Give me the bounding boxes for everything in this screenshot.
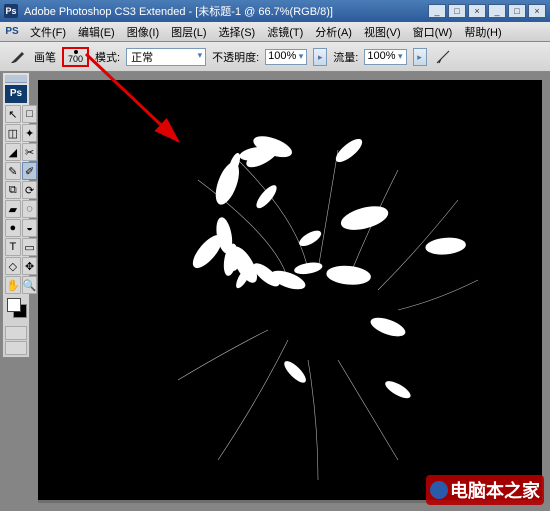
menu-image[interactable]: 图像(I) <box>121 24 165 40</box>
brush-tool-icon[interactable] <box>6 46 28 68</box>
brush-preset-picker[interactable]: 700 <box>62 47 89 67</box>
canvas-area[interactable] <box>38 80 542 503</box>
tool-marquee[interactable]: □ <box>22 105 38 123</box>
tool-gradient[interactable]: ◌ <box>22 200 38 218</box>
menubar: PS 文件(F) 编辑(E) 图像(I) 图层(L) 选择(S) 滤镜(T) 分… <box>0 22 550 42</box>
opacity-label: 不透明度: <box>212 49 259 65</box>
menu-logo: PS <box>4 24 20 40</box>
canvas[interactable] <box>38 80 542 500</box>
tool-heal[interactable]: ✎ <box>5 162 21 180</box>
toolbox: Ps ↖ □ ◫ ✦ ◢ ✂ ✎ ✐ ⧉ ⟳ ▰ ◌ ● ◒ T ▭ ◇ ✥ ✋… <box>2 72 30 358</box>
tool-move[interactable]: ↖ <box>5 105 21 123</box>
menu-file[interactable]: 文件(F) <box>24 24 72 40</box>
doc-max-button[interactable]: □ <box>448 4 466 18</box>
app-logo: Ps <box>4 4 18 18</box>
tool-eraser[interactable]: ▰ <box>5 200 21 218</box>
menu-layer[interactable]: 图层(L) <box>165 24 212 40</box>
menu-help[interactable]: 帮助(H) <box>458 24 507 40</box>
watermark: 电脑本之家 <box>426 475 544 505</box>
tool-history[interactable]: ⟳ <box>22 181 38 199</box>
tool-notes[interactable]: ✥ <box>22 257 38 275</box>
doc-close-button[interactable]: × <box>468 4 486 18</box>
tool-stamp[interactable]: ⧉ <box>5 181 21 199</box>
mode-select[interactable]: 正常 <box>126 48 206 66</box>
tool-dodge[interactable]: ◒ <box>22 219 38 237</box>
doc-min-button[interactable]: _ <box>428 4 446 18</box>
tool-brush[interactable]: ✐ <box>22 162 38 180</box>
tool-slice[interactable]: ✂ <box>22 143 38 161</box>
window-max-button[interactable]: □ <box>508 4 526 18</box>
menu-window[interactable]: 窗口(W) <box>407 24 459 40</box>
tool-lasso[interactable]: ◫ <box>5 124 21 142</box>
tool-hand[interactable]: ✋ <box>5 276 21 294</box>
mode-label: 模式: <box>95 49 120 65</box>
opacity-flyout[interactable]: ▸ <box>313 48 327 66</box>
brush-label: 画笔 <box>34 49 56 65</box>
tool-zoom[interactable]: 🔍 <box>22 276 38 294</box>
menu-filter[interactable]: 滤镜(T) <box>261 24 309 40</box>
quickmask-button[interactable] <box>5 326 27 340</box>
fg-color-swatch[interactable] <box>7 298 21 312</box>
toolbox-logo: Ps <box>5 85 27 103</box>
tool-pen[interactable]: ▭ <box>22 238 38 256</box>
menu-view[interactable]: 视图(V) <box>358 24 407 40</box>
toolbox-handle[interactable] <box>5 75 27 83</box>
opacity-input[interactable]: 100% <box>265 49 307 65</box>
menu-edit[interactable]: 编辑(E) <box>72 24 121 40</box>
flow-label: 流量: <box>333 49 358 65</box>
menu-select[interactable]: 选择(S) <box>213 24 262 40</box>
flow-flyout[interactable]: ▸ <box>413 48 427 66</box>
tool-shape[interactable]: ◇ <box>5 257 21 275</box>
window-close-button[interactable]: × <box>528 4 546 18</box>
tool-crop[interactable]: ◢ <box>5 143 21 161</box>
flow-input[interactable]: 100% <box>364 49 406 65</box>
globe-icon <box>430 481 448 499</box>
airbrush-icon[interactable] <box>433 47 453 67</box>
color-swatches[interactable] <box>5 298 27 322</box>
brush-size-value: 700 <box>68 54 83 64</box>
window-min-button[interactable]: _ <box>488 4 506 18</box>
options-bar: 画笔 700 模式: 正常 不透明度: 100% ▸ 流量: 100% ▸ <box>0 42 550 72</box>
tool-type[interactable]: T <box>5 238 21 256</box>
screenmode-button[interactable] <box>5 341 27 355</box>
menu-analysis[interactable]: 分析(A) <box>309 24 358 40</box>
window-title: Adobe Photoshop CS3 Extended - [未标题-1 @ … <box>24 3 426 19</box>
tool-wand[interactable]: ✦ <box>22 124 38 142</box>
tool-blur[interactable]: ● <box>5 219 21 237</box>
